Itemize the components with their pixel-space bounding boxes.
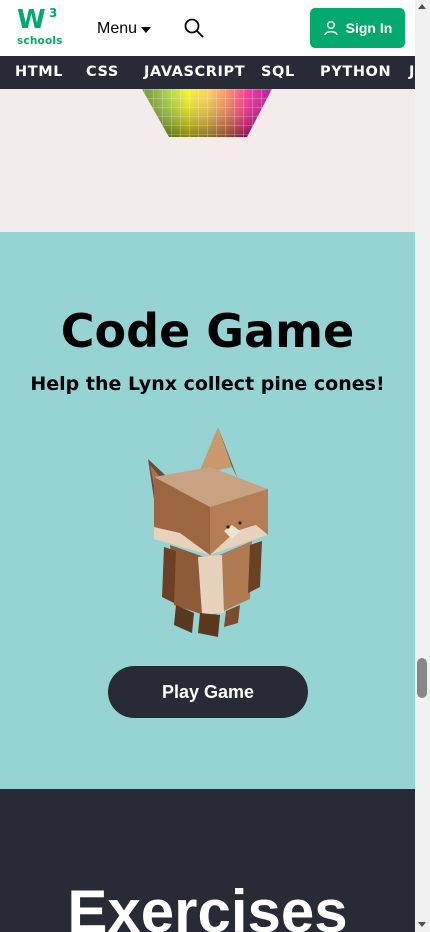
color-section	[0, 89, 415, 232]
top-header: W 3 schools Menu Sign In	[0, 0, 415, 56]
game-title: Code Game	[60, 304, 355, 358]
nav-item-css[interactable]: CSS	[86, 56, 119, 89]
color-picker-illustration	[142, 89, 272, 137]
play-game-button[interactable]: Play Game	[108, 666, 308, 718]
nav-item-html[interactable]: HTML	[15, 56, 63, 89]
sign-in-label: Sign In	[345, 20, 393, 36]
search-icon	[184, 18, 204, 38]
scroll-down-icon[interactable]	[418, 922, 426, 927]
lynx-illustration	[148, 427, 268, 637]
chevron-down-icon	[141, 26, 152, 33]
code-game-section: Code Game Help the Lynx collect pine con…	[0, 232, 415, 789]
nav-item-sql[interactable]: SQL	[261, 56, 295, 89]
game-subtitle: Help the Lynx collect pine cones!	[30, 373, 385, 395]
exercises-section: Exercises	[0, 789, 415, 932]
topic-nav: HTML CSS JAVASCRIPT SQL PYTHON J	[0, 56, 415, 89]
w3schools-logo[interactable]: W 3 schools	[17, 5, 63, 47]
logo-subtext: schools	[17, 35, 63, 47]
scrollbar-thumb[interactable]	[417, 658, 427, 698]
nav-item-javascript[interactable]: JAVASCRIPT	[144, 56, 245, 89]
page-scrollbar[interactable]	[415, 0, 430, 932]
menu-button[interactable]: Menu	[97, 18, 152, 40]
search-button[interactable]	[183, 17, 205, 39]
logo-superscript: 3	[49, 6, 58, 20]
nav-item-python[interactable]: PYTHON	[320, 56, 391, 89]
exercises-title: Exercises	[67, 878, 348, 932]
logo-w: W	[17, 5, 46, 35]
sign-in-button[interactable]: Sign In	[310, 8, 405, 48]
scroll-up-icon[interactable]	[418, 4, 426, 9]
menu-label: Menu	[97, 20, 138, 37]
user-icon	[323, 21, 338, 36]
